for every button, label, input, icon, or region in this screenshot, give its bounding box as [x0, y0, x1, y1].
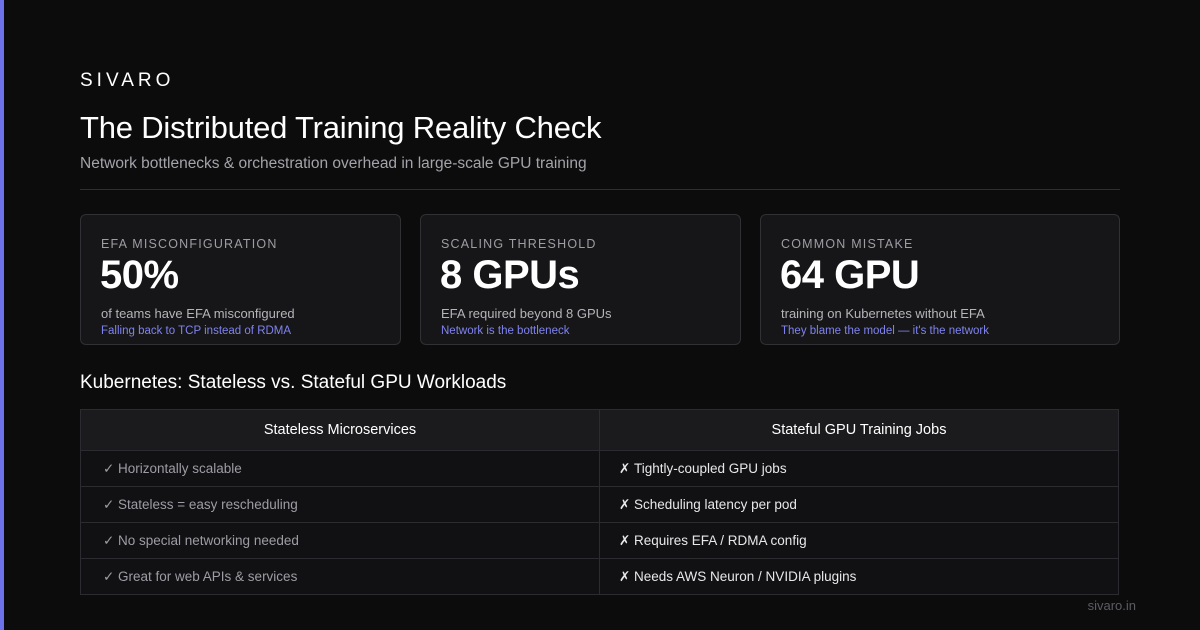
page-subtitle: Network bottlenecks & orchestration over…: [80, 155, 587, 172]
cross-icon: ✗: [619, 532, 631, 548]
stat-value: 64 GPU: [780, 253, 920, 297]
stat-description: training on Kubernetes without EFA: [781, 306, 985, 321]
stat-card-mistake: COMMON MISTAKE 64 GPU training on Kubern…: [760, 214, 1120, 345]
table-row: ✓ No special networking needed ✗ Require…: [80, 522, 1120, 559]
cross-icon: ✗: [619, 496, 631, 512]
table-row: ✓ Great for web APIs & services ✗ Needs …: [80, 558, 1120, 595]
stateless-cell: ✓ Great for web APIs & services: [80, 558, 600, 595]
divider: [80, 189, 1120, 190]
check-icon: ✓: [103, 496, 115, 512]
stateful-cell: ✗ Tightly-coupled GPU jobs: [599, 450, 1119, 487]
stat-label: COMMON MISTAKE: [781, 237, 914, 251]
stateful-cell: ✗ Requires EFA / RDMA config: [599, 522, 1119, 559]
check-icon: ✓: [103, 532, 115, 548]
stat-note: Network is the bottleneck: [441, 325, 570, 337]
brand-logo: SIVARO: [80, 70, 175, 91]
column-header-stateless: Stateless Microservices: [80, 409, 600, 451]
cell-text: Stateless = easy rescheduling: [118, 497, 298, 512]
stat-label: SCALING THRESHOLD: [441, 237, 597, 251]
cell-text: Needs AWS Neuron / NVIDIA plugins: [634, 569, 857, 584]
stateless-cell: ✓ Horizontally scalable: [80, 450, 600, 487]
stateful-cell: ✗ Scheduling latency per pod: [599, 486, 1119, 523]
stat-value: 8 GPUs: [440, 253, 580, 297]
table-header-row: Stateless Microservices Stateful GPU Tra…: [80, 409, 1120, 451]
cell-text: Great for web APIs & services: [118, 569, 298, 584]
cell-text: Horizontally scalable: [118, 461, 242, 476]
footer-url: sivaro.in: [1087, 598, 1136, 613]
page-title: The Distributed Training Reality Check: [80, 110, 602, 145]
stateless-cell: ✓ No special networking needed: [80, 522, 600, 559]
table-row: ✓ Stateless = easy rescheduling ✗ Schedu…: [80, 486, 1120, 523]
stateless-cell: ✓ Stateless = easy rescheduling: [80, 486, 600, 523]
stat-value: 50%: [100, 253, 179, 297]
table-row: ✓ Horizontally scalable ✗ Tightly-couple…: [80, 450, 1120, 487]
cell-text: No special networking needed: [118, 533, 299, 548]
stat-card-efa: EFA MISCONFIGURATION 50% of teams have E…: [80, 214, 401, 345]
cross-icon: ✗: [619, 460, 631, 476]
stat-label: EFA MISCONFIGURATION: [101, 237, 278, 251]
comparison-table: Stateless Microservices Stateful GPU Tra…: [80, 409, 1120, 595]
stat-card-scaling: SCALING THRESHOLD 8 GPUs EFA required be…: [420, 214, 741, 345]
cross-icon: ✗: [619, 568, 631, 584]
column-header-stateful: Stateful GPU Training Jobs: [599, 409, 1119, 451]
check-icon: ✓: [103, 460, 115, 476]
cell-text: Requires EFA / RDMA config: [634, 533, 807, 548]
stat-note: Falling back to TCP instead of RDMA: [101, 325, 292, 337]
stateful-cell: ✗ Needs AWS Neuron / NVIDIA plugins: [599, 558, 1119, 595]
stat-description: of teams have EFA misconfigured: [101, 306, 295, 321]
stat-cards: EFA MISCONFIGURATION 50% of teams have E…: [80, 214, 1120, 345]
stat-description: EFA required beyond 8 GPUs: [441, 306, 612, 321]
section-title: Kubernetes: Stateless vs. Stateful GPU W…: [80, 372, 507, 393]
cell-text: Scheduling latency per pod: [634, 497, 797, 512]
stat-note: They blame the model — it's the network: [781, 325, 990, 337]
check-icon: ✓: [103, 568, 115, 584]
cell-text: Tightly-coupled GPU jobs: [634, 461, 787, 476]
accent-bar: [0, 0, 4, 630]
